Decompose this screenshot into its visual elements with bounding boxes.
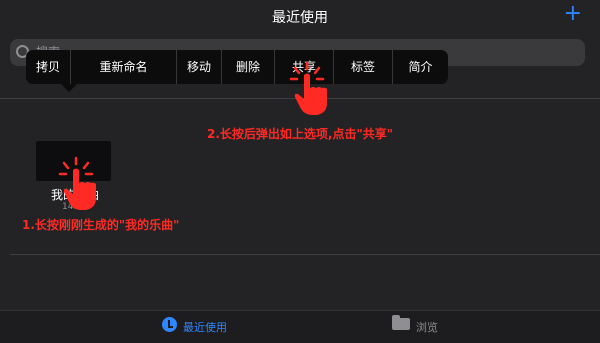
tap-hand-icon	[58, 156, 96, 210]
navigation-bar: 最近使用 +	[0, 0, 600, 32]
menu-item-info[interactable]: 简介	[393, 50, 448, 84]
divider	[10, 254, 600, 255]
menu-item-tags[interactable]: 标签	[334, 50, 392, 84]
menu-item-copy[interactable]: 拷贝	[26, 50, 70, 84]
context-menu-pointer	[61, 84, 77, 92]
context-menu: 拷贝 重新命名 移动 删除 共享 标签 简介	[26, 50, 448, 84]
menu-item-rename[interactable]: 重新命名	[71, 50, 176, 84]
add-button[interactable]: +	[564, 2, 582, 26]
tap-hand-icon	[289, 61, 327, 115]
page-title: 最近使用	[272, 10, 328, 26]
folder-icon	[392, 315, 410, 330]
menu-item-move[interactable]: 移动	[177, 50, 221, 84]
tab-browse[interactable]: 浏览	[416, 319, 438, 335]
annotation-step-2: 2.长按后弹出如上选项,点击"共享"	[207, 127, 393, 141]
tab-recent[interactable]: 最近使用	[183, 319, 227, 335]
menu-item-delete[interactable]: 删除	[222, 50, 274, 84]
annotation-step-1: 1.长按刚刚生成的"我的乐曲"	[22, 218, 180, 232]
tab-bar	[0, 310, 600, 343]
clock-icon	[162, 317, 177, 332]
